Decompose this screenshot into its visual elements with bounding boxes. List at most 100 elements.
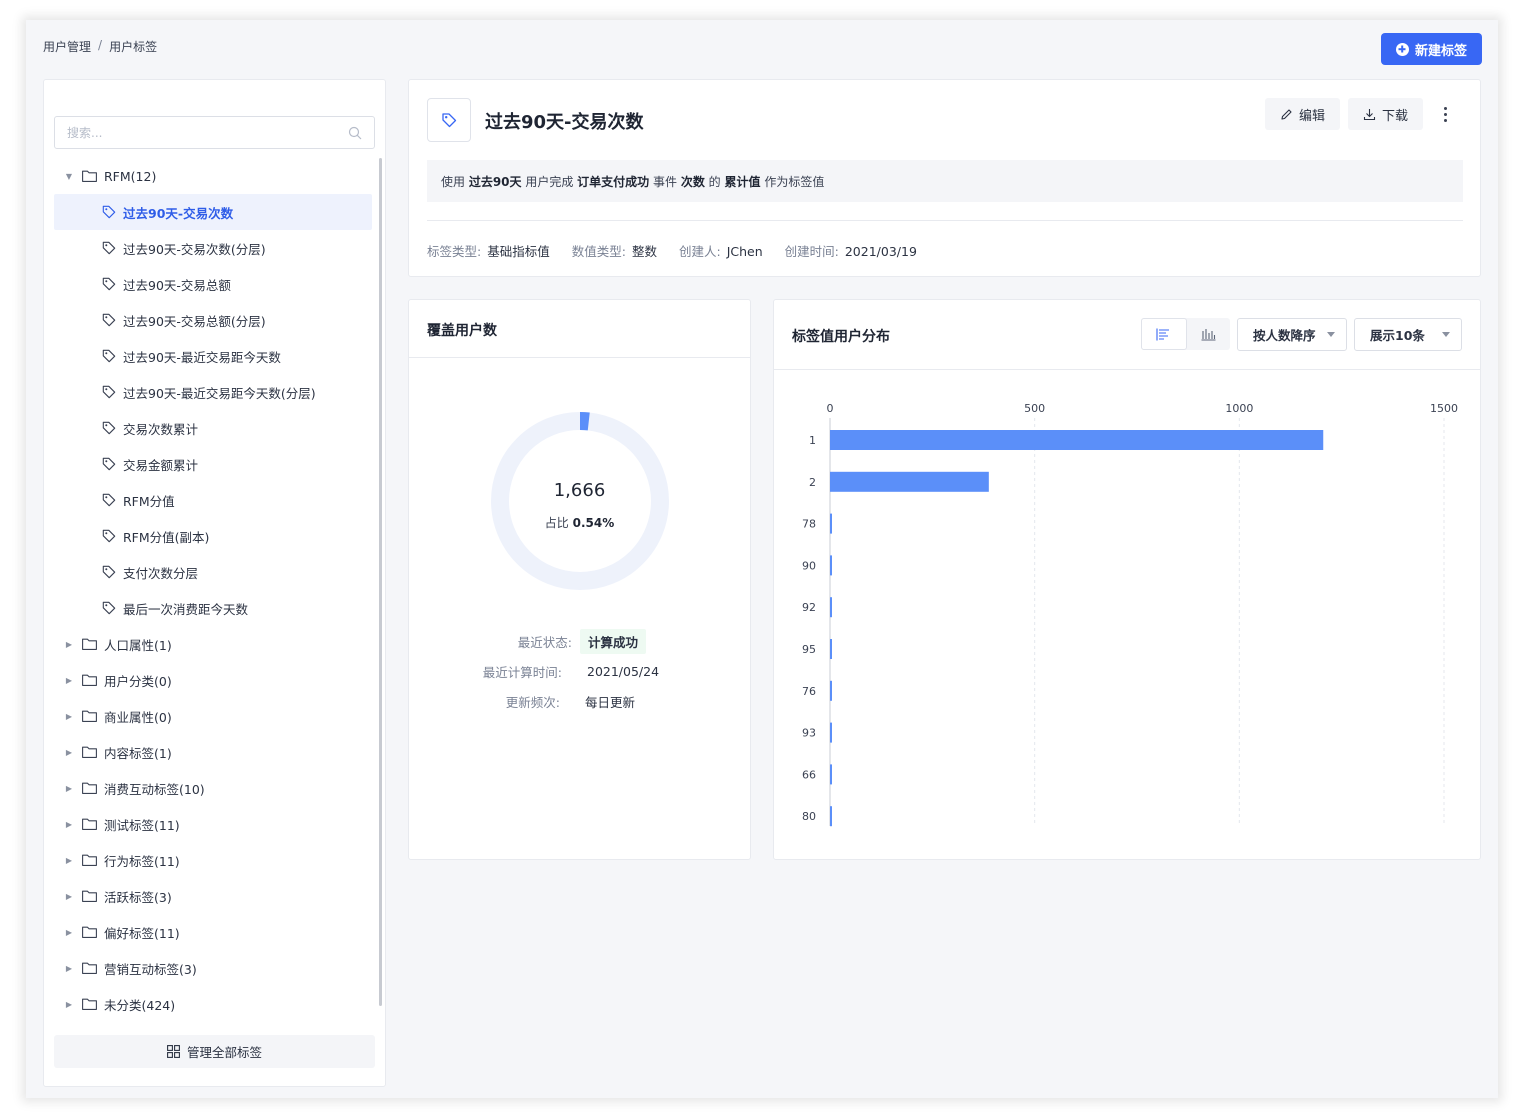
caret-right-icon[interactable]: ▶ bbox=[64, 892, 74, 901]
pencil-icon bbox=[1281, 108, 1292, 120]
bar[interactable] bbox=[830, 722, 832, 743]
description-text: 用户完成 bbox=[521, 174, 578, 189]
bar[interactable] bbox=[830, 806, 832, 827]
coverage-count: 1,666 bbox=[553, 480, 606, 501]
tree-item-label: 测试标签(11) bbox=[104, 817, 180, 833]
tag-icon bbox=[102, 601, 116, 615]
new-tag-button[interactable]: 新建标签 bbox=[1381, 33, 1482, 65]
tree-item-label: 过去90天-交易总额(分层) bbox=[123, 313, 266, 329]
sort-select[interactable]: 按人数降序 bbox=[1237, 318, 1347, 351]
tree-tag-item[interactable]: 过去90天-交易次数(分层) bbox=[54, 230, 372, 266]
edit-label: 编辑 bbox=[1298, 108, 1325, 124]
tree-folder[interactable]: ▶ 内容标签(1) bbox=[54, 734, 372, 770]
tree-item-label: 内容标签(1) bbox=[104, 745, 172, 761]
tree-folder[interactable]: ▶ 测试标签(11) bbox=[54, 806, 372, 842]
bar[interactable] bbox=[830, 430, 1324, 450]
distribution-title: 标签值用户分布 bbox=[792, 329, 890, 345]
meta-value: 2021/03/19 bbox=[844, 244, 917, 259]
bar[interactable] bbox=[830, 471, 989, 492]
more-options-icon[interactable] bbox=[1435, 102, 1455, 126]
bar[interactable] bbox=[830, 680, 832, 701]
tree-tag-item[interactable]: 过去90天-交易总额(分层) bbox=[54, 302, 372, 338]
tree-folder[interactable]: ▶ 偏好标签(11) bbox=[54, 914, 372, 950]
y-tick-label: 1 bbox=[809, 434, 816, 447]
status-badge: 计算成功 bbox=[580, 629, 647, 654]
tree-tag-item[interactable]: 交易次数累计 bbox=[54, 410, 372, 446]
new-tag-label: 新建标签 bbox=[1414, 43, 1467, 59]
sidebar-scrollbar[interactable] bbox=[379, 158, 382, 1006]
y-tick-label: 93 bbox=[802, 727, 816, 740]
tree-tag-item[interactable]: 过去90天-最近交易距今天数(分层) bbox=[54, 374, 372, 410]
tree-tag-item[interactable]: 过去90天-交易次数 bbox=[54, 194, 372, 230]
caret-right-icon[interactable]: ▶ bbox=[64, 676, 74, 685]
tree-tag-item[interactable]: RFM分值 bbox=[54, 482, 372, 518]
download-button[interactable]: 下载 bbox=[1348, 98, 1423, 130]
tree-tag-item[interactable]: 交易金额累计 bbox=[54, 446, 372, 482]
tag-icon bbox=[102, 457, 116, 471]
tag-tree: ▼ RFM(12) 过去90天-交易次数过去90天-交易次数(分层) 过去90天-交易… bbox=[54, 158, 372, 1022]
coverage-title: 覆盖用户数 bbox=[427, 323, 497, 339]
caret-right-icon[interactable]: ▶ bbox=[64, 928, 74, 937]
frequency-key: 更新频次: bbox=[505, 695, 560, 710]
caret-right-icon[interactable]: ▶ bbox=[64, 964, 74, 973]
tree-tag-item[interactable]: 过去90天-交易总额 bbox=[54, 266, 372, 302]
tag-icon bbox=[442, 113, 457, 128]
caret-right-icon[interactable]: ▶ bbox=[64, 820, 74, 829]
bar[interactable] bbox=[830, 639, 832, 659]
tree-item-label: 交易次数累计 bbox=[123, 421, 199, 437]
breadcrumb: 用户管理 / 用户标签 bbox=[43, 38, 157, 55]
caret-right-icon[interactable]: ▶ bbox=[64, 1000, 74, 1009]
sort-select-value: 按人数降序 bbox=[1253, 328, 1316, 343]
tree-folder[interactable]: ▶ 营销互动标签(3) bbox=[54, 950, 372, 986]
frequency-row: 更新频次: 每日更新 bbox=[460, 692, 635, 711]
caret-right-icon[interactable]: ▶ bbox=[64, 784, 74, 793]
bar[interactable] bbox=[830, 764, 832, 785]
download-icon bbox=[1363, 108, 1376, 120]
ratio-label: 占比 bbox=[544, 516, 569, 530]
chevron-down-icon bbox=[1442, 332, 1450, 337]
caret-down-icon[interactable]: ▼ bbox=[64, 172, 74, 181]
manage-all-tags-button[interactable]: 管理全部标签 bbox=[54, 1035, 375, 1068]
caret-right-icon[interactable]: ▶ bbox=[64, 712, 74, 721]
tree-tag-item[interactable]: RFM分值(副本) bbox=[54, 518, 372, 554]
calc-time-row: 最近计算时间: 2021/05/24 bbox=[462, 662, 659, 681]
description-keyword: 订单支付成功 bbox=[577, 174, 650, 189]
caret-right-icon[interactable]: ▶ bbox=[64, 856, 74, 865]
edit-button[interactable]: 编辑 bbox=[1265, 98, 1340, 130]
tree-tag-item[interactable]: 支付次数分层 bbox=[54, 554, 372, 590]
tag-icon bbox=[102, 313, 116, 327]
tree-folder[interactable]: ▶ 用户分类(0) bbox=[54, 662, 372, 698]
folder-icon bbox=[82, 962, 97, 974]
count-select[interactable]: 展示10条 bbox=[1354, 318, 1462, 351]
description-text: 使用 bbox=[441, 174, 469, 189]
meta-key: 标签类型: bbox=[427, 244, 482, 259]
breadcrumb-root[interactable]: 用户管理 bbox=[43, 38, 91, 55]
bar[interactable] bbox=[830, 555, 832, 576]
breadcrumb-separator: / bbox=[98, 38, 103, 52]
tree-folder[interactable]: ▼ RFM(12) bbox=[54, 158, 372, 194]
tree-item-label: 偏好标签(11) bbox=[104, 925, 180, 941]
vertical-bar-toggle[interactable] bbox=[1187, 318, 1231, 350]
meta-item: 标签类型: 基础指标值 bbox=[427, 241, 550, 260]
tree-folder[interactable]: ▶ 消费互动标签(10) bbox=[54, 770, 372, 806]
tree-folder[interactable]: ▶ 商业属性(0) bbox=[54, 698, 372, 734]
tree-item-label: 最后一次消费距今天数 bbox=[123, 601, 249, 617]
y-tick-label: 66 bbox=[802, 768, 816, 781]
horizontal-bar-toggle[interactable] bbox=[1141, 318, 1187, 350]
tree-tag-item[interactable]: 最后一次消费距今天数 bbox=[54, 590, 372, 626]
tree-folder[interactable]: ▶ 未分类(424) bbox=[54, 986, 372, 1022]
tree-folder[interactable]: ▶ 人口属性(1) bbox=[54, 626, 372, 662]
bar[interactable] bbox=[830, 597, 832, 618]
tree-folder[interactable]: ▶ 活跃标签(3) bbox=[54, 878, 372, 914]
tree-item-label: 过去90天-交易次数(分层) bbox=[123, 241, 266, 257]
bar[interactable] bbox=[830, 513, 832, 534]
search-input[interactable]: 搜索... bbox=[54, 116, 375, 149]
status-row: 最近状态: 计算成功 bbox=[472, 629, 647, 654]
caret-right-icon[interactable]: ▶ bbox=[64, 640, 74, 649]
tree-item-label: RFM分值 bbox=[123, 493, 175, 509]
tag-icon bbox=[102, 493, 116, 507]
tag-icon bbox=[102, 277, 116, 291]
tree-folder[interactable]: ▶ 行为标签(11) bbox=[54, 842, 372, 878]
caret-right-icon[interactable]: ▶ bbox=[64, 748, 74, 757]
tree-tag-item[interactable]: 过去90天-最近交易距今天数 bbox=[54, 338, 372, 374]
